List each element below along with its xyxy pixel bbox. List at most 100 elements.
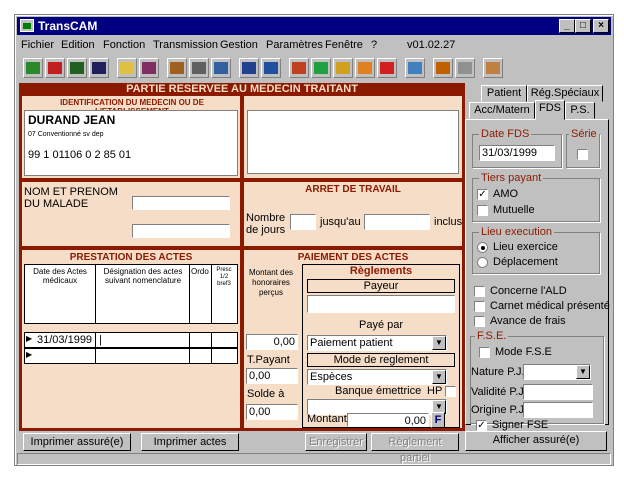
- notes-box[interactable]: [247, 110, 459, 174]
- validite-field[interactable]: [523, 384, 593, 400]
- toolbar-delete-icon[interactable]: [377, 58, 397, 78]
- lieu-exercice-label: Lieu exercice: [493, 241, 558, 253]
- toolbar-home-icon[interactable]: [311, 58, 331, 78]
- montant2-field[interactable]: 0,00: [347, 413, 429, 427]
- toolbar-warn-icon[interactable]: [355, 58, 375, 78]
- row1-date[interactable]: 31/03/1999: [37, 334, 92, 346]
- solde-label: Solde à: [247, 388, 285, 400]
- title-bar: TransCAM _ □ ×: [17, 17, 611, 35]
- deplacement-radio[interactable]: [477, 257, 488, 268]
- menu-transmission[interactable]: Transmission: [153, 39, 218, 51]
- patient-firstname-field[interactable]: [132, 224, 230, 238]
- fds-tab-panel: Date FDS 31/03/1999 Série Tiers payant ✓…: [465, 119, 610, 431]
- toolbar-paste-icon[interactable]: [211, 58, 231, 78]
- reglement-partiel-button[interactable]: Règlement partiel: [371, 433, 459, 464]
- paiement-title: PAIEMENT DES ACTES: [297, 252, 409, 263]
- lieu-exercice-radio[interactable]: [477, 242, 488, 253]
- banque-label: Banque émettrice: [335, 385, 422, 397]
- toolbar-globe-icon[interactable]: [333, 58, 353, 78]
- menu-fonction[interactable]: Fonction: [103, 39, 145, 51]
- toolbar-send-icon[interactable]: [239, 58, 259, 78]
- toolbar-card-icon[interactable]: [23, 58, 43, 78]
- jusquau-field[interactable]: [364, 214, 430, 230]
- menu-fichier[interactable]: Fichier: [21, 39, 54, 51]
- menu-edition[interactable]: Edition: [61, 39, 95, 51]
- signer-label: Signer FSE: [492, 419, 549, 431]
- montant-field[interactable]: 0,00: [246, 334, 298, 350]
- paye-par-select[interactable]: Paiement patient ▼: [307, 335, 447, 351]
- tiers-label: Tiers payant: [479, 172, 544, 184]
- toolbar-cut-icon[interactable]: [189, 58, 209, 78]
- date-fds-group: Date FDS 31/03/1999: [472, 128, 562, 168]
- menu-parametres[interactable]: Paramètres: [266, 39, 323, 51]
- row-selector-icon: ▶: [26, 334, 33, 343]
- toolbar-edit-icon[interactable]: [405, 58, 425, 78]
- patient-name-field[interactable]: [132, 196, 230, 210]
- tab-fds[interactable]: FDS: [535, 100, 565, 120]
- menu-gestion[interactable]: Gestion: [220, 39, 258, 51]
- amo-checkbox[interactable]: ✓: [477, 189, 488, 200]
- f-button[interactable]: F: [431, 412, 445, 428]
- minimize-button[interactable]: _: [559, 19, 575, 33]
- prestation-title: PRESTATION DES ACTES: [69, 252, 193, 263]
- carnet-checkbox[interactable]: [474, 301, 485, 312]
- chevron-down-icon[interactable]: ▼: [432, 336, 446, 350]
- nature-select[interactable]: ▼: [523, 364, 591, 380]
- lieu-group: Lieu execution Lieu exercice Déplacement: [472, 226, 600, 274]
- enregistrer-button[interactable]: Enregistrer: [305, 433, 367, 451]
- imprimer-actes-button[interactable]: Imprimer actes: [141, 433, 239, 451]
- mode-value: Espèces: [310, 371, 353, 383]
- toolbar-receive-icon[interactable]: [261, 58, 281, 78]
- toolbar-tools-icon[interactable]: [289, 58, 309, 78]
- nombre-label: Nombre de jours: [246, 212, 286, 236]
- nombre-jours-field[interactable]: [290, 214, 316, 230]
- tab-patient[interactable]: Patient: [481, 85, 527, 102]
- row1-designation[interactable]: |: [99, 334, 102, 346]
- chevron-down-icon[interactable]: ▼: [576, 365, 590, 379]
- serie-label: Série: [569, 128, 599, 140]
- date-fds-field[interactable]: 31/03/1999: [479, 145, 555, 161]
- mode-select[interactable]: Espèces ▼: [307, 369, 447, 385]
- origine-field[interactable]: [523, 402, 593, 418]
- toolbar-chart-icon[interactable]: [139, 58, 159, 78]
- afficher-assure-button[interactable]: Afficher assuré(e): [465, 431, 607, 451]
- tab-acc-matern[interactable]: Acc/Matern: [469, 102, 535, 119]
- patient-panel: NOM ET PRENOM DU MALADE: [21, 181, 241, 247]
- toolbar-card3-icon[interactable]: [67, 58, 87, 78]
- mutuelle-checkbox[interactable]: [477, 205, 488, 216]
- prestation-table: Date des Actes médicaux Désignation des …: [24, 264, 238, 324]
- col-ordo: Ordo: [191, 267, 209, 276]
- toolbar-card2-icon[interactable]: [45, 58, 65, 78]
- avance-checkbox[interactable]: [474, 316, 485, 327]
- menu-bar: Fichier Edition Fonction Transmission Ge…: [17, 36, 611, 54]
- menu-help[interactable]: ?: [371, 39, 377, 51]
- payeur-field[interactable]: [307, 295, 455, 313]
- maximize-button[interactable]: □: [575, 19, 591, 33]
- row-selector-icon: ▶: [26, 350, 33, 359]
- table-row[interactable]: ▶ 31/03/1999 |: [24, 332, 238, 348]
- toolbar-window-icon[interactable]: [433, 58, 453, 78]
- nature-label: Nature P.J.: [471, 366, 525, 378]
- tab-ps[interactable]: P.S.: [565, 102, 595, 119]
- table-row[interactable]: ▶: [24, 348, 238, 364]
- chevron-down-icon[interactable]: ▼: [432, 370, 446, 384]
- main-window: TransCAM _ □ × Fichier Edition Fonction …: [14, 14, 614, 466]
- serie-checkbox[interactable]: [577, 149, 588, 160]
- toolbar-doc-icon[interactable]: [117, 58, 137, 78]
- toolbar-tool-icon[interactable]: [455, 58, 475, 78]
- montant2-label: Montant: [307, 413, 347, 425]
- toolbar-clipboard-icon[interactable]: [167, 58, 187, 78]
- menu-fenetre[interactable]: Fenêtre: [325, 39, 363, 51]
- imprimer-assure-button[interactable]: Imprimer assuré(e): [23, 433, 131, 451]
- toolbar-exit-icon[interactable]: [483, 58, 503, 78]
- toolbar-save-icon[interactable]: [89, 58, 109, 78]
- mode-fse-checkbox[interactable]: [479, 347, 490, 358]
- arret-title: ARRET DE TRAVAIL: [305, 184, 401, 195]
- solde-field[interactable]: 0,00: [246, 404, 298, 420]
- ald-checkbox[interactable]: [474, 286, 485, 297]
- signer-checkbox[interactable]: ✓: [476, 420, 487, 431]
- inclus-label: inclus: [434, 216, 463, 228]
- tpayant-field[interactable]: 0,00: [246, 368, 298, 384]
- close-button[interactable]: ×: [593, 19, 609, 33]
- hp-checkbox[interactable]: [445, 386, 456, 397]
